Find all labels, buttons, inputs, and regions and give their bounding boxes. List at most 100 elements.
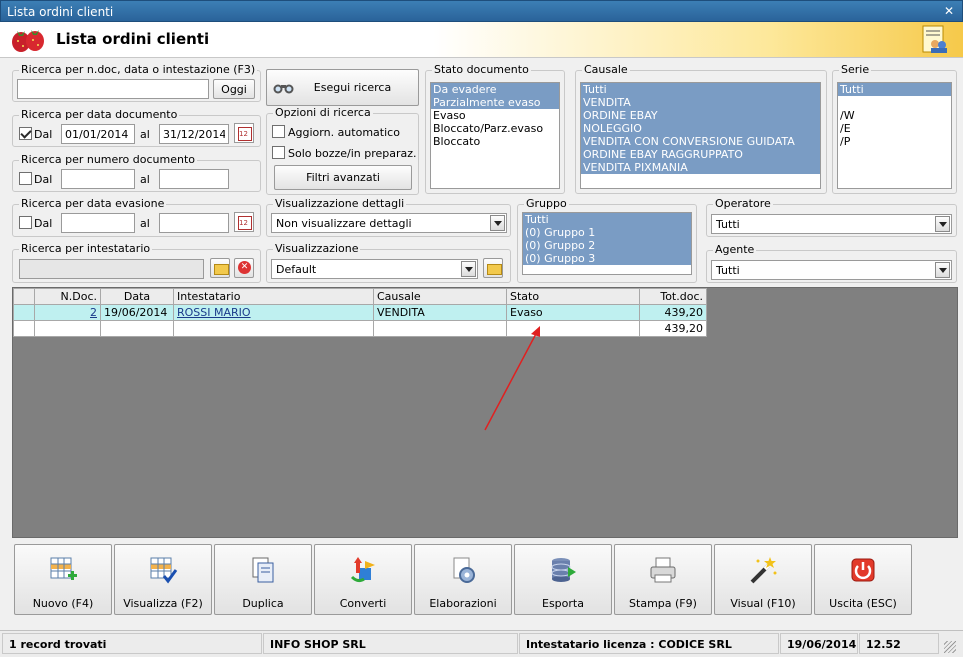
dal-label: Dal (34, 217, 53, 230)
search-evasione-checkbox[interactable] (19, 216, 32, 229)
visual-button[interactable]: Visual (F10) (714, 544, 812, 615)
search-date-legend: Ricerca per data documento (19, 108, 180, 121)
duplicate-icon (252, 557, 274, 583)
list-item[interactable]: ORDINE EBAY RAGGRUPPATO (581, 148, 820, 161)
evasione-from-input[interactable] (61, 213, 135, 233)
list-item[interactable]: /W (838, 109, 951, 122)
status-date: 19/06/2014 (780, 633, 858, 654)
folder-icon[interactable] (483, 258, 503, 278)
details-legend: Visualizzazione dettagli (273, 197, 407, 210)
number-from-input[interactable] (61, 169, 135, 189)
auto-update-checkbox[interactable] (272, 125, 285, 138)
today-button[interactable]: Oggi (213, 79, 255, 99)
list-item[interactable] (838, 96, 951, 109)
intestatario-input[interactable] (19, 259, 204, 279)
list-item[interactable]: Tutti (523, 213, 691, 226)
al-label: al (140, 217, 150, 230)
agente-select[interactable]: Tutti (711, 260, 952, 280)
processing-button[interactable]: Elaborazioni (414, 544, 512, 615)
evasione-to-input[interactable] (159, 213, 229, 233)
list-item[interactable]: /E (838, 122, 951, 135)
print-button[interactable]: Stampa (F9) (614, 544, 712, 615)
operatore-select[interactable]: Tutti (711, 214, 952, 234)
view-grid-icon (150, 557, 178, 584)
details-select[interactable]: Non visualizzare dettagli (271, 213, 507, 233)
list-item[interactable]: VENDITA (581, 96, 820, 109)
convert-button[interactable]: Converti (314, 544, 412, 615)
process-gear-icon (453, 557, 475, 583)
calendar-icon[interactable] (234, 212, 254, 232)
intestatario-cell[interactable]: ROSSI MARIO (173, 304, 374, 321)
users-report-icon[interactable] (921, 25, 949, 55)
chevron-down-icon[interactable] (461, 261, 476, 277)
column-header[interactable]: Tot.doc. (639, 288, 707, 305)
new-button[interactable]: Nuovo (F4) (14, 544, 112, 615)
resize-grip-icon[interactable] (944, 641, 956, 653)
list-item[interactable]: Bloccato (431, 135, 559, 148)
column-header[interactable]: Data (100, 288, 174, 305)
list-item[interactable]: (0) Gruppo 2 (523, 239, 691, 252)
gruppo-group: Gruppo Tutti (0) Gruppo 1 (0) Gruppo 2 (… (517, 197, 697, 283)
list-item[interactable]: VENDITA PIXMANIA (581, 161, 820, 174)
drafts-only-checkbox[interactable] (272, 146, 285, 159)
folder-icon[interactable] (210, 258, 230, 278)
column-header[interactable]: Intestatario (173, 288, 374, 305)
visual-button-label: Visual (F10) (730, 597, 796, 610)
number-to-input[interactable] (159, 169, 229, 189)
stato-listbox[interactable]: Da evadere Parzialmente evaso Evaso Bloc… (430, 82, 560, 189)
duplicate-button[interactable]: Duplica (214, 544, 312, 615)
view-button-label: Visualizza (F2) (123, 597, 203, 610)
calendar-icon[interactable] (234, 123, 254, 143)
chevron-down-icon[interactable] (935, 216, 950, 232)
causale-legend: Causale (582, 63, 630, 76)
list-item[interactable]: Bloccato/Parz.evaso (431, 122, 559, 135)
clear-icon[interactable] (234, 258, 254, 278)
gruppo-listbox[interactable]: Tutti (0) Gruppo 1 (0) Gruppo 2 (0) Grup… (522, 212, 692, 275)
list-item[interactable]: (0) Gruppo 1 (523, 226, 691, 239)
grand-total-cell: 439,20 (639, 320, 707, 337)
list-item[interactable]: Evaso (431, 109, 559, 122)
chevron-down-icon[interactable] (490, 215, 505, 231)
export-button[interactable]: Esporta (514, 544, 612, 615)
list-item[interactable]: (0) Gruppo 3 (523, 252, 691, 265)
dal-label: Dal (34, 128, 53, 141)
date-to-input[interactable] (159, 124, 229, 144)
list-item[interactable]: Tutti (838, 83, 951, 96)
exit-button[interactable]: Uscita (ESC) (814, 544, 912, 615)
serie-legend: Serie (839, 63, 872, 76)
view-select[interactable]: Default (271, 259, 478, 279)
list-item[interactable]: Da evadere (431, 83, 559, 96)
serie-listbox[interactable]: Tutti /W /E /P (837, 82, 952, 189)
search-options-legend: Opzioni di ricerca (273, 106, 373, 119)
column-header[interactable]: Stato (506, 288, 640, 305)
duplicate-button-label: Duplica (242, 597, 284, 610)
list-item[interactable]: ORDINE EBAY (581, 109, 820, 122)
view-button[interactable]: Visualizza (F2) (114, 544, 212, 615)
search-ndoc-input[interactable] (17, 79, 209, 99)
details-value: Non visualizzare dettagli (276, 217, 412, 230)
row-selector[interactable] (13, 304, 35, 321)
list-item[interactable]: Tutti (581, 83, 820, 96)
list-item[interactable]: VENDITA CON CONVERSIONE GUIDATA (581, 135, 820, 148)
advanced-filters-button[interactable]: Filtri avanzati (274, 165, 412, 190)
total-cell: 439,20 (639, 304, 707, 321)
ndoc-cell[interactable]: 2 (34, 304, 101, 321)
list-item[interactable]: /P (838, 135, 951, 148)
list-item[interactable]: NOLEGGIO (581, 122, 820, 135)
agente-group: Agente Tutti (706, 243, 957, 283)
table-row[interactable]: 2 19/06/2014 ROSSI MARIO VENDITA Evaso 4… (13, 304, 707, 321)
close-icon[interactable]: ✕ (944, 4, 954, 18)
column-header[interactable]: N.Doc. (34, 288, 101, 305)
search-date-checkbox[interactable] (19, 127, 32, 140)
run-search-button[interactable]: Esegui ricerca (266, 69, 419, 106)
column-header[interactable]: Causale (373, 288, 507, 305)
binoculars-icon (273, 84, 294, 94)
records-found: 1 record trovati (2, 633, 262, 654)
date-from-input[interactable] (61, 124, 135, 144)
totals-row: 439,20 (13, 320, 707, 337)
list-item[interactable]: Parzialmente evaso (431, 96, 559, 109)
causale-listbox[interactable]: Tutti VENDITA ORDINE EBAY NOLEGGIO VENDI… (580, 82, 821, 189)
chevron-down-icon[interactable] (935, 262, 950, 278)
search-number-checkbox[interactable] (19, 172, 32, 185)
column-header[interactable] (13, 288, 35, 305)
